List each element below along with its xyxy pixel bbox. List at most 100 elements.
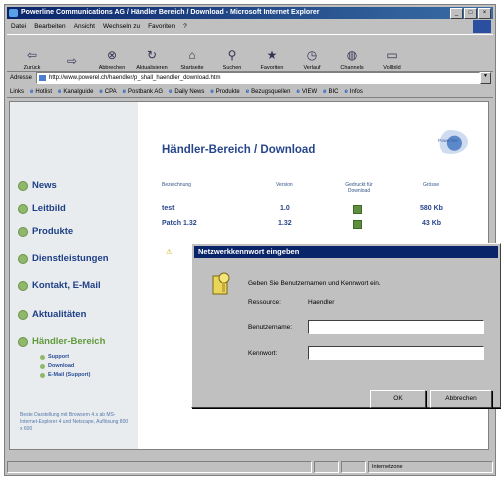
bullet-icon: [18, 336, 28, 347]
window-title: Powerline Communications AG / Händler Be…: [21, 9, 320, 16]
home-button[interactable]: ⌂ Startseite: [173, 39, 211, 71]
download-disk-icon[interactable]: [353, 205, 362, 214]
link-item[interactable]: BIC: [323, 89, 339, 95]
toolbar: ⇦ Zurück ⇨ ⊗ Abbrechen ↻ Aktualisieren ⌂ Sta…: [7, 34, 493, 72]
close-button[interactable]: ×: [478, 8, 491, 19]
col-header-download: Gedruckt für Download: [345, 182, 373, 194]
forward-button[interactable]: ⇨: [53, 39, 91, 71]
col-header-name: Bezeichnung: [162, 182, 191, 188]
keys-icon: [212, 272, 230, 295]
favorites-button[interactable]: ★ Favoriten: [253, 39, 291, 71]
link-item[interactable]: Kanalguide: [58, 89, 93, 95]
links-bar: Links Hotlist Kanalguide CPA Postbank AG…: [7, 86, 493, 98]
address-label: Adresse: [10, 75, 33, 81]
sidebar-item-kontakt[interactable]: Kontakt, E-Mail: [18, 280, 101, 291]
dialog-title: Netzwerkkennwort eingeben: [194, 246, 498, 258]
sidebar-item-aktualitaeten[interactable]: Aktualitäten: [18, 309, 86, 320]
channels-button[interactable]: ◍ Channels: [333, 39, 371, 71]
history-button[interactable]: ◷ Verlauf: [293, 39, 331, 71]
link-item[interactable]: CPA: [99, 89, 117, 95]
bullet-icon: [18, 280, 28, 291]
history-icon: ◷: [306, 48, 318, 62]
links-label: Links: [10, 88, 25, 95]
sidebar-item-haendler[interactable]: Händler-Bereich: [18, 336, 105, 347]
username-input[interactable]: [308, 320, 484, 334]
username-label: Benutzername:: [248, 324, 293, 331]
status-slot: [314, 461, 339, 473]
page-title: Händler-Bereich / Download: [162, 144, 316, 156]
download-disk-icon[interactable]: [353, 220, 362, 229]
stop-button[interactable]: ⊗ Abbrechen: [93, 39, 131, 71]
search-button[interactable]: ⚲ Suchen: [213, 39, 251, 71]
menu-ansicht[interactable]: Ansicht: [74, 23, 95, 30]
sidebar-item-dienstleistungen[interactable]: Dienstleistungen: [18, 253, 109, 264]
row-name[interactable]: Patch 1.32: [162, 220, 197, 227]
fullscreen-icon: ▭: [386, 48, 398, 62]
favorites-icon: ★: [266, 48, 278, 62]
fullscreen-button[interactable]: ▭ Vollbild: [373, 39, 411, 71]
row-version: 1.32: [278, 220, 292, 227]
link-item[interactable]: VIEW: [296, 89, 317, 95]
sub-bullet-icon: [40, 354, 45, 360]
back-button[interactable]: ⇦ Zurück: [13, 39, 51, 71]
menu-bearbeiten[interactable]: Bearbeiten: [34, 23, 65, 30]
ok-button[interactable]: OK: [370, 390, 426, 408]
link-item[interactable]: Produkte: [210, 89, 240, 95]
resource-label: Ressource:: [248, 299, 281, 306]
sidebar-item-produkte[interactable]: Produkte: [18, 226, 73, 237]
menu-wechseln[interactable]: Wechseln zu: [103, 23, 140, 30]
link-item[interactable]: Postbank AG: [123, 89, 163, 95]
status-text: [7, 461, 312, 473]
password-label: Kennwort:: [248, 350, 278, 357]
channels-icon: ◍: [346, 48, 358, 62]
status-zone: Internetzone: [368, 461, 493, 473]
cancel-button[interactable]: Abbrechen: [430, 390, 492, 408]
password-input[interactable]: [308, 346, 484, 360]
row-version: 1.0: [280, 205, 290, 212]
menu-help[interactable]: ?: [183, 23, 187, 30]
link-item[interactable]: Hotlist: [30, 89, 52, 95]
password-dialog: Netzwerkkennwort eingeben Geben Sie Benu…: [191, 243, 501, 408]
maximize-button[interactable]: □: [464, 8, 477, 19]
warning-icon: ⚠: [166, 249, 173, 256]
sidebar-footer: Beste Darstellung mit Browsern 4.x ab MS…: [20, 412, 129, 432]
stop-icon: ⊗: [106, 48, 118, 62]
sub-bullet-icon: [40, 363, 45, 369]
bullet-icon: [18, 180, 28, 191]
sidebar-sub-email[interactable]: E-Mail (Support): [40, 372, 90, 378]
sub-bullet-icon: [40, 372, 45, 378]
col-header-version: Version: [276, 182, 293, 188]
col-header-size: Grösse: [423, 182, 440, 188]
company-logo: Powerline: [434, 130, 468, 154]
address-input[interactable]: http://www.powerel.ch/haendler/p_shall_h…: [36, 72, 480, 84]
link-item[interactable]: Infos: [345, 89, 363, 95]
refresh-icon: ↻: [146, 48, 158, 62]
sidebar-sub-download[interactable]: Download: [40, 363, 74, 369]
back-icon: ⇦: [26, 48, 38, 62]
menu-datei[interactable]: Datei: [11, 23, 26, 30]
row-name[interactable]: test: [162, 205, 174, 212]
sidebar-item-news[interactable]: News: [18, 180, 57, 191]
title-bar: Powerline Communications AG / Händler Be…: [7, 7, 493, 19]
row-size: 580 Kb: [420, 205, 443, 212]
refresh-button[interactable]: ↻ Aktualisieren: [133, 39, 171, 71]
menu-bar: Datei Bearbeiten Ansicht Wechseln zu Fav…: [7, 21, 493, 32]
status-bar: Internetzone: [7, 461, 493, 473]
menu-favoriten[interactable]: Favoriten: [148, 23, 175, 30]
resource-value: Haendler: [308, 299, 335, 306]
sidebar-sub-support[interactable]: Support: [40, 354, 69, 360]
ie-logo-throbber: [473, 20, 491, 33]
search-icon: ⚲: [227, 48, 237, 62]
link-item[interactable]: Daily News: [169, 89, 204, 95]
home-icon: ⌂: [188, 48, 196, 62]
forward-icon: ⇨: [66, 54, 78, 68]
bullet-icon: [18, 226, 28, 237]
ie-icon: [9, 9, 18, 17]
status-slot: [341, 461, 366, 473]
sidebar-item-leitbild[interactable]: Leitbild: [18, 203, 66, 214]
link-item[interactable]: Bezugsquellen: [246, 89, 290, 95]
bullet-icon: [18, 309, 28, 320]
address-dropdown[interactable]: ▼: [480, 72, 491, 84]
sidebar: News Leitbild Produkte Dienstleistungen …: [10, 102, 138, 449]
minimize-button[interactable]: _: [450, 8, 463, 19]
